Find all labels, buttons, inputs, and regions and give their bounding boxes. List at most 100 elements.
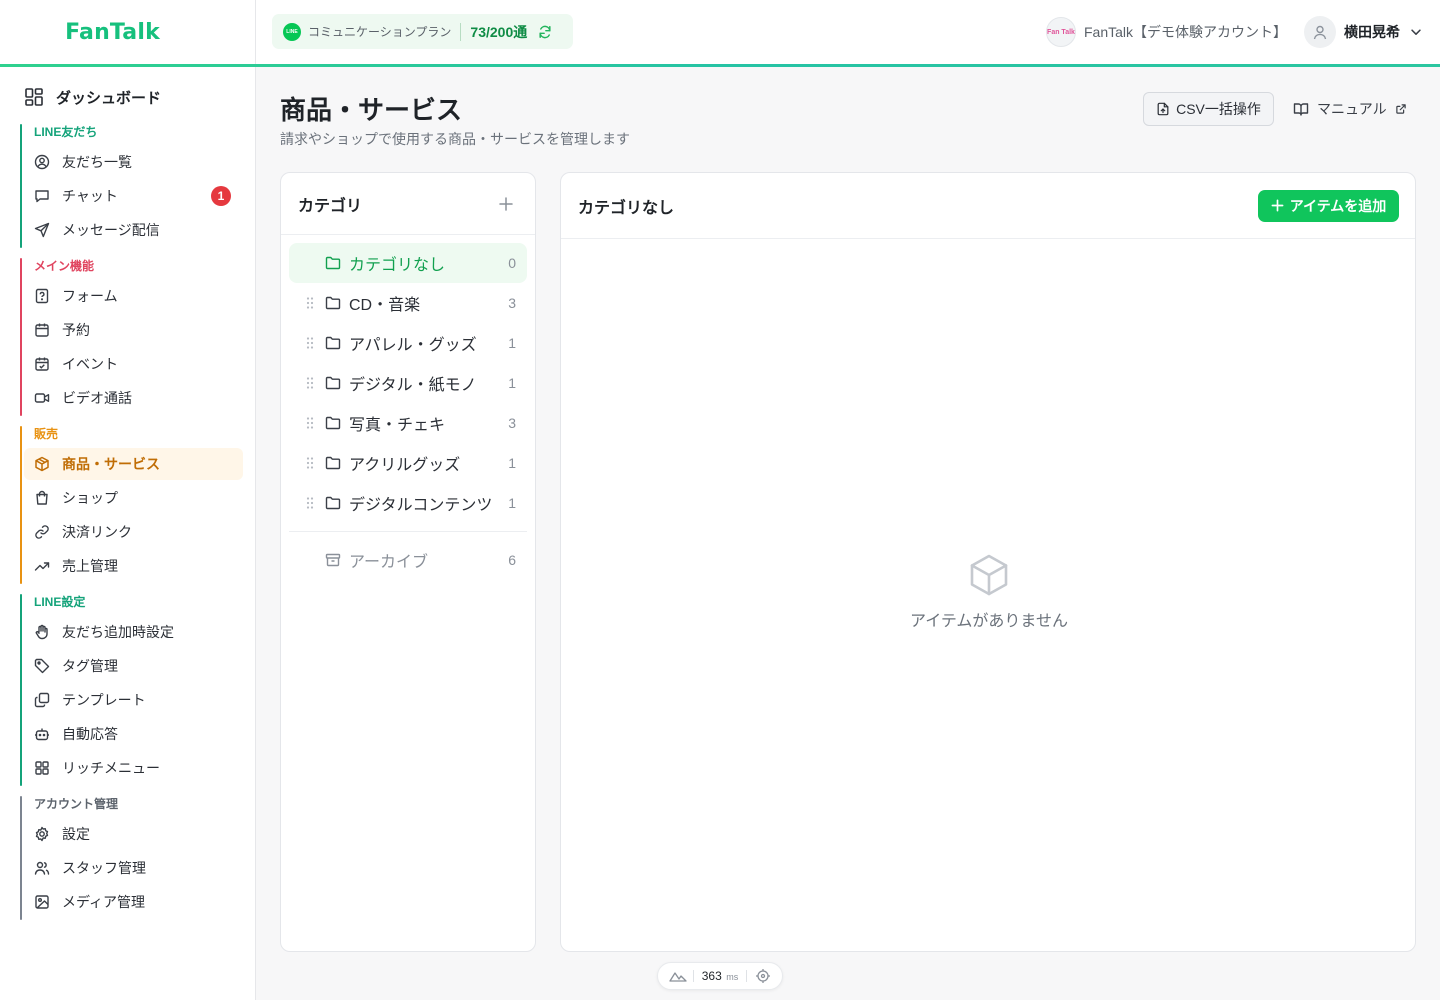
nav-group-account-management: アカウント管理 設定 スタッフ管理 メディア管理 bbox=[20, 796, 244, 920]
sidebar-item-auto-reply[interactable]: 自動応答 bbox=[24, 718, 243, 750]
refresh-icon[interactable] bbox=[538, 25, 552, 39]
account-name: FanTalk【デモ体験アカウント】 bbox=[1084, 24, 1288, 40]
sidebar-item-label: 友だち一覧 bbox=[62, 154, 132, 170]
perf-reading: 363 ms bbox=[702, 967, 738, 985]
hand-icon bbox=[34, 624, 50, 640]
tag-icon bbox=[34, 658, 50, 674]
drag-handle-icon[interactable] bbox=[305, 416, 315, 430]
sidebar-item-label: ビデオ通話 bbox=[62, 390, 132, 406]
nav-dashboard[interactable]: ダッシュボード bbox=[24, 85, 161, 109]
group-bar bbox=[20, 426, 22, 584]
sidebar-item-label: 設定 bbox=[62, 826, 90, 842]
category-row-uncategorized[interactable]: カテゴリなし 0 bbox=[289, 243, 527, 283]
sidebar-item-products-services[interactable]: 商品・サービス bbox=[24, 448, 243, 480]
plan-divider bbox=[460, 22, 462, 41]
form-icon bbox=[34, 288, 50, 304]
user-menu[interactable]: 横田晃希 bbox=[1304, 16, 1423, 48]
sidebar-item-label: 友だち追加時設定 bbox=[62, 624, 174, 640]
manual-link[interactable]: マニュアル bbox=[1293, 92, 1407, 126]
category-row[interactable]: デジタルコンテンツ 1 bbox=[289, 483, 527, 523]
mountains-icon bbox=[669, 968, 687, 984]
drag-handle-icon[interactable] bbox=[305, 336, 315, 350]
sidebar-item-label: メディア管理 bbox=[62, 894, 146, 910]
plan-usage-pill[interactable]: LINE コミュニケーションプラン 73/200通 bbox=[272, 14, 573, 49]
csv-bulk-button[interactable]: CSV一括操作 bbox=[1143, 92, 1274, 126]
group-bar bbox=[20, 258, 22, 416]
top-header: LINE コミュニケーションプラン 73/200通 Fan Talk FanTa… bbox=[256, 0, 1440, 64]
sidebar-item-rich-menu[interactable]: リッチメニュー bbox=[24, 752, 243, 784]
performance-widget[interactable]: 363 ms bbox=[657, 962, 783, 990]
plan-label: コミュニケーションプラン bbox=[308, 25, 452, 39]
bot-icon bbox=[34, 726, 50, 742]
sidebar-item-friend-add-settings[interactable]: 友だち追加時設定 bbox=[24, 616, 243, 648]
sidebar-item-chat[interactable]: チャット 1 bbox=[24, 180, 243, 212]
sidebar-item-form[interactable]: フォーム bbox=[24, 280, 243, 312]
sidebar-item-friends-list[interactable]: 友だち一覧 bbox=[24, 146, 243, 178]
sidebar-item-payment-link[interactable]: 決済リンク bbox=[24, 516, 243, 548]
sidebar: FanTalk ダッシュボード LINE友だち 友だち一覧 チャット 1 メッセ… bbox=[0, 0, 256, 1000]
image-icon bbox=[34, 894, 50, 910]
sidebar-item-event[interactable]: イベント bbox=[24, 348, 243, 380]
perf-divider bbox=[692, 970, 694, 982]
copy-icon bbox=[34, 692, 50, 708]
book-icon bbox=[1293, 101, 1309, 117]
sidebar-item-settings[interactable]: 設定 bbox=[24, 818, 243, 850]
folder-icon bbox=[325, 335, 341, 351]
folder-icon bbox=[325, 375, 341, 391]
category-label: カテゴリなし bbox=[349, 257, 446, 274]
empty-state: アイテムがありません bbox=[561, 553, 1417, 631]
category-panel: カテゴリ カテゴリなし 0 CD・音楽 3 アパレル・グッズ 1 デジタル・紙モ… bbox=[280, 172, 536, 952]
category-count: 3 bbox=[508, 295, 516, 311]
nav-dashboard-label: ダッシュボード bbox=[56, 89, 162, 107]
sidebar-item-label: タグ管理 bbox=[62, 658, 118, 674]
category-row[interactable]: アクリルグッズ 1 bbox=[289, 443, 527, 483]
add-category-icon[interactable] bbox=[497, 195, 515, 213]
csv-bulk-label: CSV一括操作 bbox=[1176, 101, 1261, 117]
items-panel-title: カテゴリなし bbox=[578, 199, 675, 217]
video-icon bbox=[34, 390, 50, 406]
folder-icon bbox=[325, 495, 341, 511]
category-label: デジタルコンテンツ bbox=[349, 497, 493, 514]
drag-handle-icon[interactable] bbox=[305, 376, 315, 390]
calendar-icon bbox=[34, 322, 50, 338]
sidebar-item-reservation[interactable]: 予約 bbox=[24, 314, 243, 346]
calendar-check-icon bbox=[34, 356, 50, 372]
sidebar-item-label: 売上管理 bbox=[62, 558, 118, 574]
category-row[interactable]: デジタル・紙モノ 1 bbox=[289, 363, 527, 403]
sidebar-item-label: イベント bbox=[62, 356, 118, 372]
category-row-archive[interactable]: アーカイブ 6 bbox=[289, 540, 527, 580]
crosshair-icon[interactable] bbox=[755, 968, 771, 984]
shopping-bag-icon bbox=[34, 490, 50, 506]
add-item-button[interactable]: アイテムを追加 bbox=[1258, 189, 1399, 222]
user-avatar-icon bbox=[1304, 16, 1336, 48]
category-label: アパレル・グッズ bbox=[349, 337, 477, 354]
category-count: 3 bbox=[508, 415, 516, 431]
sidebar-item-label: ショップ bbox=[62, 490, 118, 506]
sidebar-item-label: スタッフ管理 bbox=[62, 860, 146, 876]
app-logo[interactable]: FanTalk bbox=[0, 0, 255, 64]
sidebar-item-sales-management[interactable]: 売上管理 bbox=[24, 550, 243, 582]
drag-handle-icon[interactable] bbox=[305, 496, 315, 510]
drag-handle-icon[interactable] bbox=[305, 296, 315, 310]
sidebar-item-media-management[interactable]: メディア管理 bbox=[24, 886, 243, 918]
group-bar bbox=[20, 796, 22, 920]
sidebar-item-message-delivery[interactable]: メッセージ配信 bbox=[24, 214, 243, 246]
sidebar-item-template[interactable]: テンプレート bbox=[24, 684, 243, 716]
page-subtitle: 請求やショップで使用する商品・サービスを管理します bbox=[280, 131, 630, 147]
nav-group-main-features: メイン機能 フォーム 予約 イベント ビデオ通話 bbox=[20, 258, 244, 416]
unread-badge: 1 bbox=[211, 186, 231, 206]
chat-icon bbox=[34, 188, 50, 204]
drag-handle-icon[interactable] bbox=[305, 456, 315, 470]
manual-link-label: マニュアル bbox=[1317, 101, 1387, 117]
sidebar-item-shop[interactable]: ショップ bbox=[24, 482, 243, 514]
sidebar-item-video-call[interactable]: ビデオ通話 bbox=[24, 382, 243, 414]
users-icon bbox=[34, 860, 50, 876]
items-panel: カテゴリなし アイテムを追加 アイテムがありません bbox=[560, 172, 1416, 952]
sidebar-item-staff-management[interactable]: スタッフ管理 bbox=[24, 852, 243, 884]
dashboard-icon bbox=[24, 87, 44, 107]
category-row[interactable]: 写真・チェキ 3 bbox=[289, 403, 527, 443]
category-row[interactable]: CD・音楽 3 bbox=[289, 283, 527, 323]
category-row[interactable]: アパレル・グッズ 1 bbox=[289, 323, 527, 363]
sidebar-item-tag-management[interactable]: タグ管理 bbox=[24, 650, 243, 682]
account-switcher[interactable]: Fan Talk FanTalk【デモ体験アカウント】 bbox=[1046, 17, 1287, 47]
